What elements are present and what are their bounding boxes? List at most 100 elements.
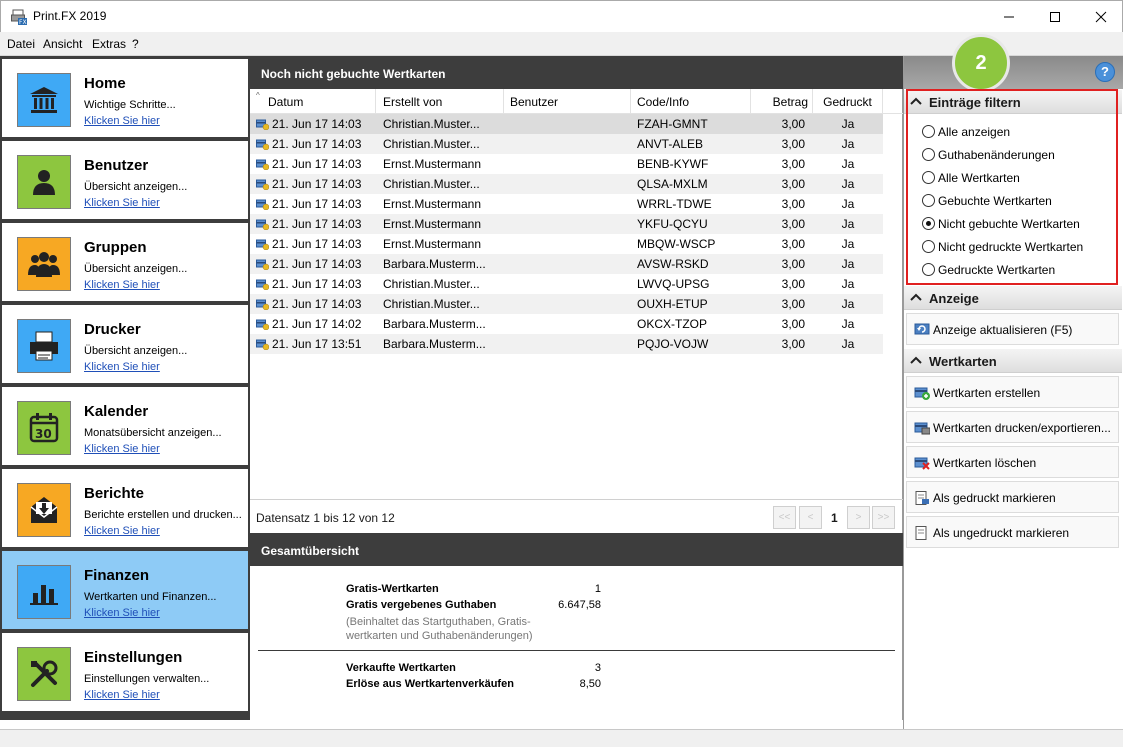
nav-link[interactable]: Klicken Sie hier [84,115,160,127]
nav-link[interactable]: Klicken Sie hier [84,607,160,619]
task-panel: ? 2 Einträge filtern Alle anzeigen Guthab… [903,34,1123,730]
filter-radio[interactable]: Alle anzeigen [922,123,1112,141]
table-row[interactable]: 21. Jun 17 14:03 Ernst.Mustermann YKFU-QCY… [250,214,883,234]
nav-item-drucker[interactable]: Drucker Übersicht anzeigen... Klicken Si… [2,305,248,383]
menu-datei[interactable]: Datei [7,37,35,51]
table-row[interactable]: 21. Jun 17 14:03 Christian.Muster... ANVT-… [250,134,883,154]
cell-code-info: FZAH-GMNT [637,117,708,131]
mark-unprinted-icon [915,526,927,540]
table-row[interactable]: 21. Jun 17 14:03 Ernst.Mustermann MBQW-WSC… [250,234,883,254]
nav-item-benutzer[interactable]: Benutzer Übersicht anzeigen... Klicken S… [2,141,248,219]
filter-section-title: Einträge filtern [929,95,1021,110]
filter-radio[interactable]: Nicht gebuchte Wertkarten [922,215,1112,233]
column-header-erstellt-von[interactable]: Erstellt von [376,89,504,114]
nav-item-kalender[interactable]: 30 Kalender Monatsübersicht anzeigen... … [2,387,248,465]
column-header-datum[interactable]: ^ Datum [250,89,376,114]
nav-subtitle: Übersicht anzeigen... [84,181,188,193]
filter-radio[interactable]: Alle Wertkarten [922,169,1112,187]
radio-unchecked-icon[interactable] [922,194,935,207]
section-header-wertkarten[interactable]: Wertkarten [904,349,1122,373]
chevron-up-icon [910,97,922,105]
cell-code-info: MBQW-WSCP [637,237,716,251]
maximize-button[interactable] [1032,1,1078,32]
menu-extras[interactable]: Extras [92,37,126,51]
section-header-filter[interactable]: Einträge filtern [904,90,1122,114]
menu-help[interactable]: ? [132,37,139,51]
radio-unchecked-icon[interactable] [922,125,935,138]
display-section-title: Anzeige [929,291,979,306]
card-add-icon [914,387,930,400]
next-page-button[interactable]: > [847,506,870,529]
table-row[interactable]: 21. Jun 17 14:03 Christian.Muster... QLSA-… [250,174,883,194]
first-page-button[interactable]: << [773,506,796,529]
table-row[interactable]: 21. Jun 17 13:51 Barbara.Musterm... PQJO-V… [250,334,883,354]
nav-item-finanzen[interactable]: Finanzen Wertkarten und Finanzen... Klic… [2,551,248,629]
delete-cards-button[interactable]: Wertkarten löschen [906,446,1119,478]
mark-unprinted-button[interactable]: Als ungedruckt markieren [906,516,1119,548]
table-row[interactable]: 21. Jun 17 14:03 Christian.Muster... FZAH-… [250,114,883,134]
summary-title: Gesamtübersicht [261,544,360,558]
nav-item-berichte[interactable]: Berichte Berichte erstellen und drucken.… [2,469,248,547]
filter-radio[interactable]: Guthabenänderungen [922,146,1112,164]
cell-datum: 21. Jun 17 14:02 [272,317,362,331]
column-header-gedruckt[interactable]: Gedruckt [813,89,883,114]
table-row[interactable]: 21. Jun 17 14:03 Ernst.Mustermann BENB-KYW… [250,154,883,174]
column-header-code-info[interactable]: Code/Info [631,89,751,114]
table-row[interactable]: 21. Jun 17 14:03 Ernst.Mustermann WRRL-TDW… [250,194,883,214]
summary-divider [258,650,895,651]
radio-unchecked-icon[interactable] [922,240,935,253]
nav-link[interactable]: Klicken Sie hier [84,689,160,701]
radio-unchecked-icon[interactable] [922,171,935,184]
mark-printed-button[interactable]: Als gedruckt markieren [906,481,1119,513]
table-header: ^ Datum Erstellt von Benutzer Code/Info … [250,89,903,114]
report-icon [17,483,71,537]
nav-item-home[interactable]: Home Wichtige Schritte... Klicken Sie hi… [2,59,248,137]
voucher-card-icon [256,339,269,350]
filter-radio[interactable]: Gedruckte Wertkarten [922,261,1112,279]
voucher-card-icon [256,179,269,190]
radio-unchecked-icon[interactable] [922,263,935,276]
cell-datum: 21. Jun 17 14:03 [272,277,362,291]
nav-link[interactable]: Klicken Sie hier [84,443,160,455]
close-button[interactable] [1078,1,1123,32]
cell-datum: 21. Jun 17 13:51 [272,337,362,351]
filter-radio[interactable]: Nicht gedruckte Wertkarten [922,238,1112,256]
table-row[interactable]: 21. Jun 17 14:03 Barbara.Musterm... AVSW-R… [250,254,883,274]
voucher-card-icon [256,219,269,230]
nav-link[interactable]: Klicken Sie hier [84,525,160,537]
create-cards-button[interactable]: Wertkarten erstellen [906,376,1119,408]
table-row[interactable]: 21. Jun 17 14:03 Christian.Muster... LWVQ-… [250,274,883,294]
nav-link[interactable]: Klicken Sie hier [84,197,160,209]
refresh-button[interactable]: Anzeige aktualisieren (F5) [906,313,1119,345]
table-row[interactable]: 21. Jun 17 14:02 Barbara.Musterm... OKCX-T… [250,314,883,334]
tools-icon [17,647,71,701]
cell-gedruckt: Ja [841,117,855,131]
radio-checked-icon[interactable] [922,217,935,230]
menu-ansicht[interactable]: Ansicht [43,37,82,51]
section-header-anzeige[interactable]: Anzeige [904,286,1122,310]
cell-code-info: ANVT-ALEB [637,137,704,151]
minimize-button[interactable] [986,1,1032,32]
nav-subtitle: Wertkarten und Finanzen... [84,591,217,603]
cell-datum: 21. Jun 17 14:03 [272,297,362,311]
help-icon[interactable]: ? [1095,62,1115,82]
sold-cards-label: Verkaufte Wertkarten [346,662,456,674]
bank-icon [17,73,71,127]
nav-link[interactable]: Klicken Sie hier [84,279,160,291]
column-header-benutzer[interactable]: Benutzer [504,89,631,114]
filter-radio[interactable]: Gebuchte Wertkarten [922,192,1112,210]
print-export-cards-button[interactable]: Wertkarten drucken/exportieren... [906,411,1119,443]
nav-item-einstellungen[interactable]: Einstellungen Einstellungen verwalten...… [2,633,248,711]
cell-betrag: 3,00 [781,197,805,211]
previous-page-button[interactable]: < [799,506,822,529]
nav-link[interactable]: Klicken Sie hier [84,361,160,373]
last-page-button[interactable]: >> [872,506,895,529]
voucher-card-icon [256,159,269,170]
table-row[interactable]: 21. Jun 17 14:03 Christian.Muster... OUXH-… [250,294,883,314]
column-header-betrag[interactable]: Betrag [751,89,813,114]
nav-title: Drucker [84,321,141,338]
radio-unchecked-icon[interactable] [922,148,935,161]
cell-erstellt-von: Barbara.Musterm... [383,337,486,351]
user-icon [17,155,71,209]
nav-item-gruppen[interactable]: Gruppen Übersicht anzeigen... Klicken Si… [2,223,248,301]
